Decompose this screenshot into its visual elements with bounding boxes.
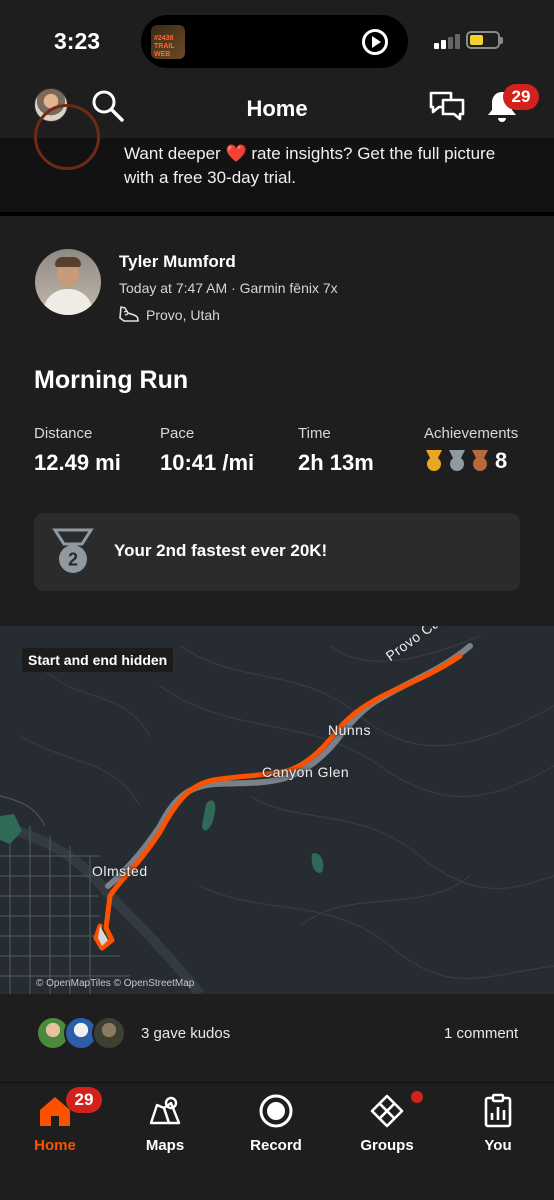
- tab-groups[interactable]: Groups: [332, 1089, 442, 1159]
- social-row: 3 gave kudos 1 comment: [0, 994, 554, 1082]
- stat-time: Time 2h 13m: [298, 425, 374, 476]
- running-shoe-icon: [119, 306, 139, 322]
- map-label-nunns: Nunns: [328, 722, 371, 738]
- tab-you[interactable]: You: [443, 1089, 553, 1159]
- activity-card[interactable]: Tyler Mumford Today at 7:47 AM · Garmin …: [0, 216, 554, 626]
- best-effort-banner[interactable]: 2 Your 2nd fastest ever 20K!: [34, 513, 520, 591]
- podcast-artwork: #2438 TRAIL WEB: [151, 25, 185, 59]
- heart-icon: ❤️: [225, 144, 247, 163]
- promo-text: Want deeper ❤️ rate insights? Get the fu…: [124, 142, 524, 190]
- stat-distance: Distance 12.49 mi: [34, 425, 121, 476]
- groups-icon: [370, 1094, 404, 1128]
- privacy-chip: Start and end hidden: [22, 648, 174, 672]
- dynamic-island-media[interactable]: #2438 TRAIL WEB: [141, 15, 408, 68]
- tab-you-label: You: [484, 1137, 512, 1154]
- stat-distance-value: 12.49 mi: [34, 450, 121, 475]
- activity-location: Provo, Utah: [146, 307, 220, 323]
- stat-pace-value: 10:41 /mi: [160, 450, 255, 475]
- achievements-count: 8: [495, 448, 508, 473]
- promo-text-start: Want deeper: [124, 144, 221, 163]
- battery-icon: [466, 31, 503, 49]
- silver-medal-icon: [449, 450, 465, 471]
- map-terrain: [0, 626, 554, 994]
- profile-stats-icon: [484, 1093, 512, 1128]
- stat-achievements-label: Achievements: [424, 425, 519, 442]
- stat-pace-label: Pace: [160, 425, 195, 442]
- podcast-artwork-text: #2438 TRAIL WEB: [154, 35, 175, 58]
- kudos-avatar[interactable]: [92, 1016, 126, 1050]
- subscription-promo[interactable]: Want deeper ❤️ rate insights? Get the fu…: [0, 104, 554, 212]
- activity-map[interactable]: Start and end hidden Provo Canyon Nunns …: [0, 626, 554, 994]
- stat-pace: Pace 10:41 /mi: [160, 425, 254, 476]
- groups-notification-dot: [411, 1091, 423, 1103]
- bottom-tab-bar: Home 29 Maps Record Groups You: [0, 1082, 554, 1200]
- messages-icon[interactable]: [428, 88, 466, 124]
- athlete-avatar[interactable]: [35, 249, 101, 315]
- home-tab-badge: 29: [66, 1087, 102, 1113]
- medal-rank: 2: [68, 550, 78, 570]
- gold-medal-icon: [426, 450, 442, 471]
- tab-groups-label: Groups: [360, 1137, 414, 1154]
- silver-medal-2-icon: 2: [52, 528, 94, 573]
- map-label-canyon-glen: Canyon Glen: [262, 764, 350, 780]
- stat-achievements[interactable]: Achievements 8: [424, 425, 518, 474]
- notification-badge: 29: [503, 84, 539, 110]
- status-bar: 3:23 #2438 TRAIL WEB: [0, 0, 554, 82]
- athlete-name[interactable]: Tyler Mumford: [119, 252, 236, 272]
- stat-time-label: Time: [298, 425, 331, 442]
- map-label-olmsted: Olmsted: [92, 863, 148, 879]
- comment-count[interactable]: 1 comment: [444, 1025, 518, 1042]
- tab-maps-label: Maps: [145, 1137, 185, 1154]
- search-icon[interactable]: [90, 88, 126, 124]
- promo-logo-icon: [34, 104, 100, 170]
- kudos-count[interactable]: 3 gave kudos: [141, 1025, 230, 1042]
- record-icon: [259, 1094, 293, 1128]
- activity-meta: Today at 7:47 AM · Garmin fēnix 7x: [119, 280, 338, 296]
- maps-icon: [149, 1096, 181, 1125]
- stat-time-value: 2h 13m: [298, 450, 374, 475]
- map-attribution[interactable]: © OpenMapTiles © OpenStreetMap: [36, 978, 194, 989]
- best-effort-text: Your 2nd fastest ever 20K!: [114, 541, 328, 560]
- tab-record-label: Record: [250, 1137, 302, 1154]
- cellular-signal-icon: [434, 33, 460, 49]
- stat-distance-label: Distance: [34, 425, 93, 442]
- tab-record[interactable]: Record: [221, 1089, 331, 1159]
- tab-maps[interactable]: Maps: [110, 1089, 220, 1159]
- play-icon[interactable]: [362, 29, 388, 55]
- bronze-medal-icon: [472, 450, 488, 471]
- status-time: 3:23: [54, 28, 101, 54]
- activity-title[interactable]: Morning Run: [34, 366, 188, 395]
- tab-home-label: Home: [34, 1137, 76, 1154]
